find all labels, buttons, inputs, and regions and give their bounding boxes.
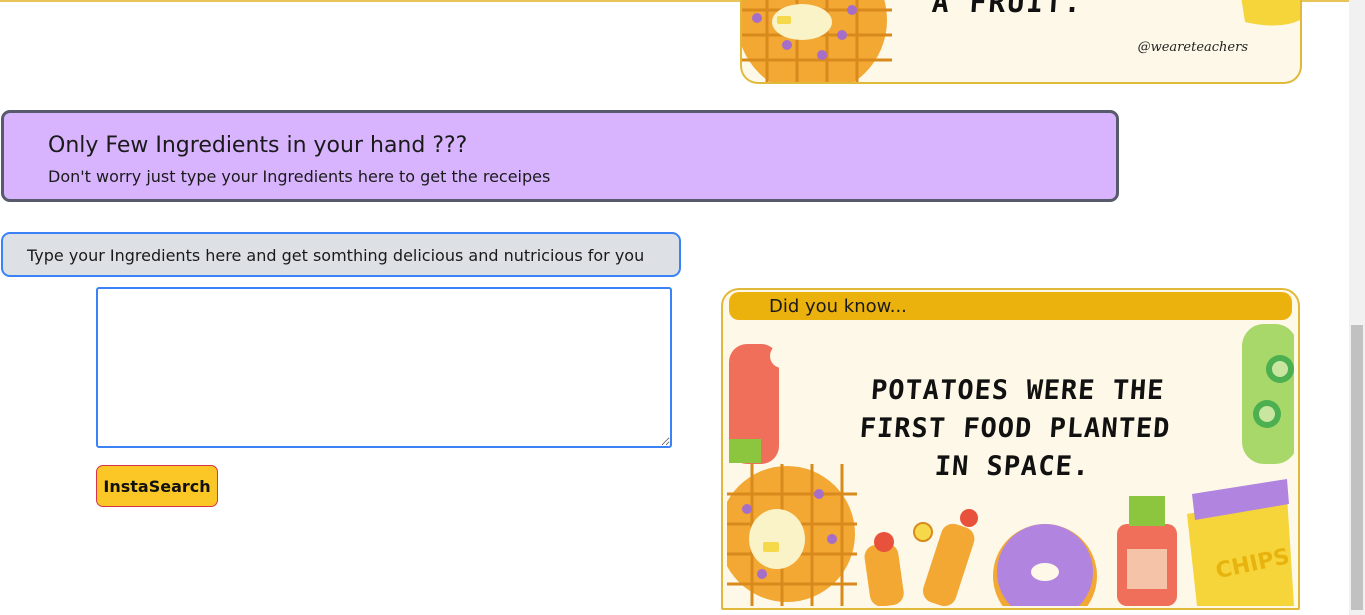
ingredients-banner: Only Few Ingredients in your hand ??? Do… (1, 110, 1119, 202)
did-you-know-image: CHIPS POTATOES WERE THE FIRST FOOD PLANT… (727, 324, 1294, 606)
did-you-know-title: Did you know... (769, 296, 907, 317)
fact-card-top: A FRUIT. @weareteachers (740, 0, 1302, 84)
ingredients-textarea[interactable] (96, 287, 672, 448)
did-you-know-fact: POTATOES WERE THE FIRST FOOD PLANTED IN … (858, 375, 1172, 482)
credit-text: @weareteachers (1137, 40, 1248, 55)
page-scrollbar-thumb[interactable] (1351, 325, 1363, 610)
did-you-know-header: Did you know... (729, 292, 1292, 320)
prompt-text: Type your Ingredients here and get somth… (27, 246, 645, 265)
waffle-illustration-top (742, 0, 892, 82)
did-you-know-card: Did you know... CHIPS POTATOES WERE THE … (721, 288, 1300, 610)
banner-subtitle: Don't worry just type your Ingredients h… (48, 167, 551, 186)
chips-corner-illustration (1241, 0, 1300, 26)
banner-title: Only Few Ingredients in your hand ??? (48, 133, 468, 158)
ingredient-prompt-box: Type your Ingredients here and get somth… (1, 232, 681, 277)
top-fact-text: A FRUIT. (930, 0, 1085, 19)
instasearch-button[interactable]: InstaSearch (96, 465, 218, 507)
